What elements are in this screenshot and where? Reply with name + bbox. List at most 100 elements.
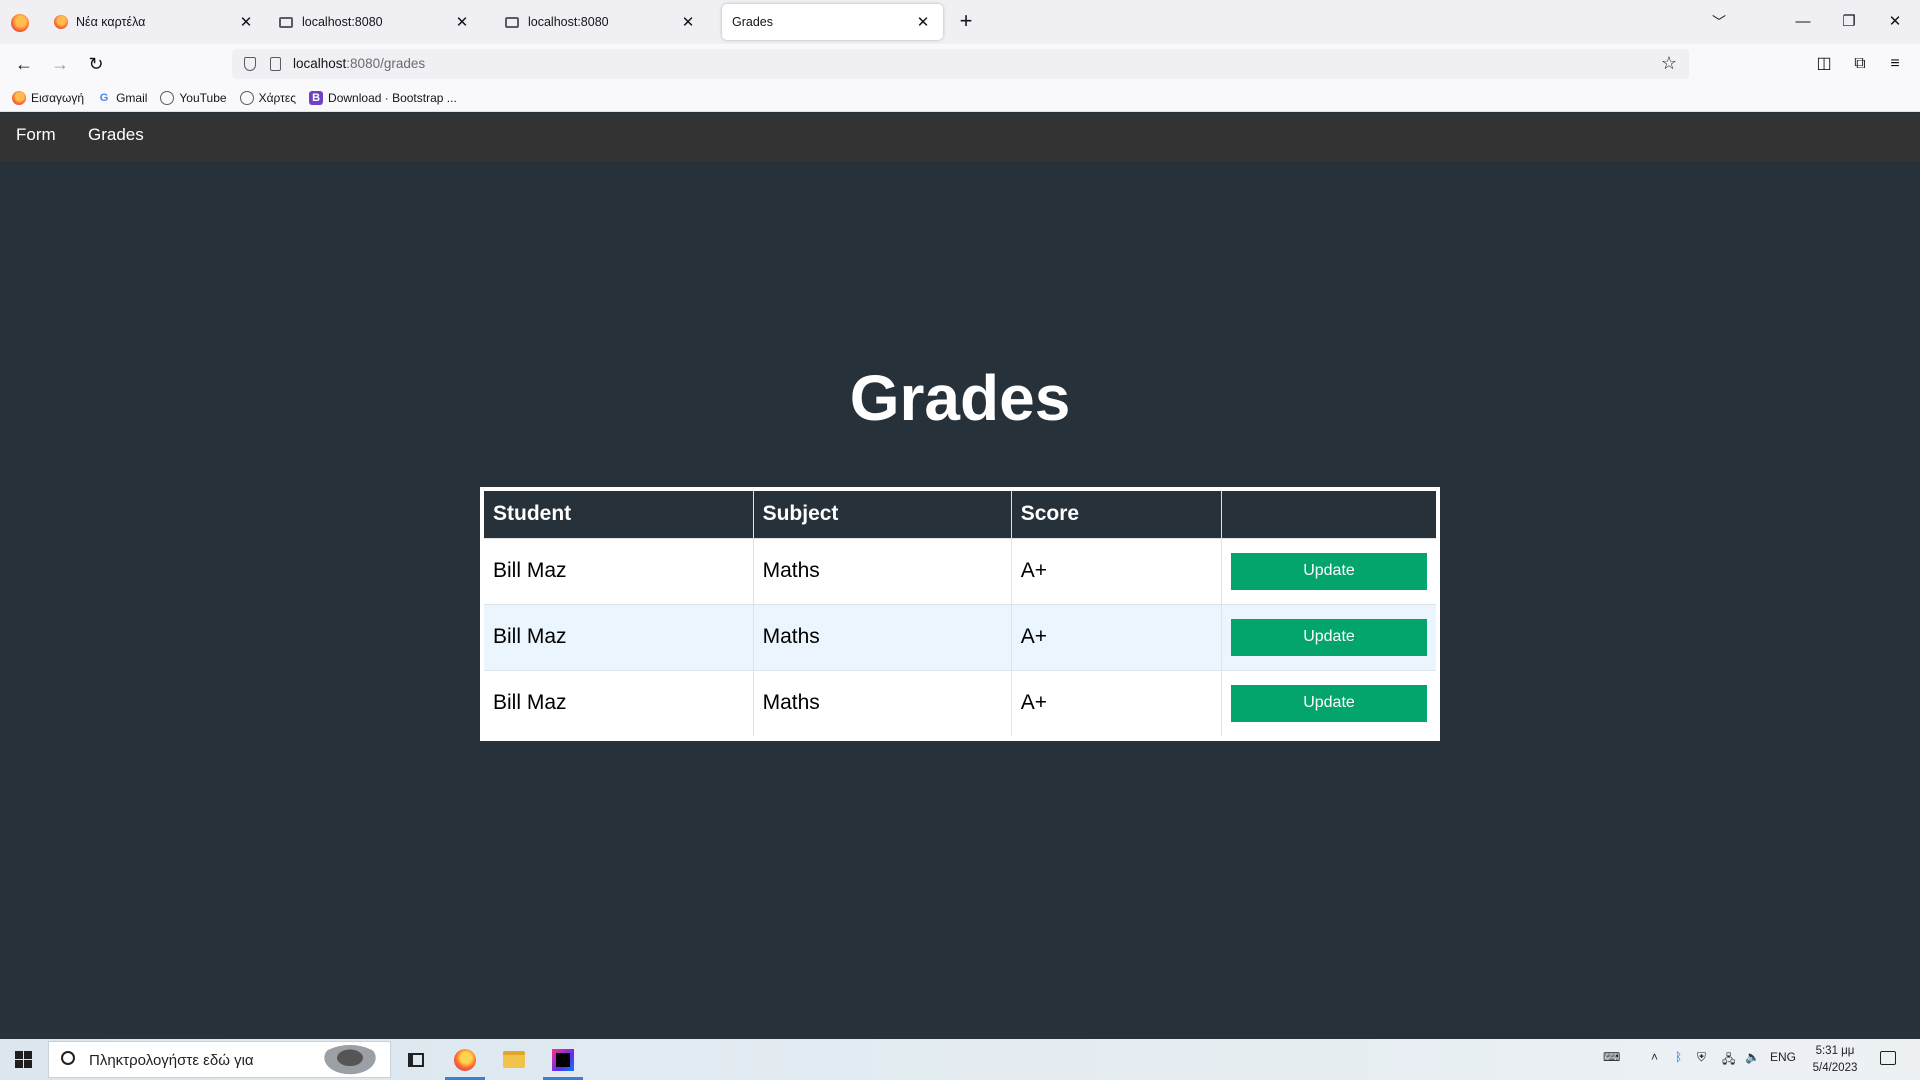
- nav-link-form[interactable]: Form: [16, 125, 56, 145]
- network-icon[interactable]: 🖧: [1722, 1050, 1735, 1071]
- bluetooth-icon[interactable]: ᛒ: [1675, 1050, 1682, 1064]
- grades-table: Student Subject Score Bill Maz Maths A+ …: [484, 491, 1436, 736]
- update-button[interactable]: Update: [1231, 684, 1427, 722]
- cell-subject: Maths: [752, 669, 1012, 736]
- intellij-icon: [552, 1048, 574, 1071]
- firefox-icon: [12, 90, 26, 105]
- bookmark-youtube[interactable]: YouTube: [160, 90, 227, 105]
- cell-student: Bill Maz: [484, 537, 754, 604]
- tab-localhost-2[interactable]: localhost:8080 ✕: [494, 4, 708, 40]
- update-button[interactable]: Update: [1231, 552, 1427, 590]
- restore-button[interactable]: ❐: [1826, 8, 1872, 36]
- bookmark-bootstrap[interactable]: B Download · Bootstrap ...: [309, 90, 457, 105]
- globe-icon: [239, 90, 254, 105]
- table-header-row: Student Subject Score: [484, 491, 1436, 538]
- browser-tab-bar: Νέα καρτέλα ✕ localhost:8080 ✕ localhost…: [0, 0, 1920, 44]
- taskbar-clock[interactable]: 5:31 μμ 5/4/2023: [1805, 1043, 1865, 1077]
- url-text[interactable]: localhost:8080/grades: [293, 56, 425, 71]
- forward-arrow-icon[interactable]: →: [48, 52, 72, 76]
- page-content: Grades Student Subject Score Bill Maz Ma…: [0, 161, 1920, 1039]
- table-row: Bill Maz Maths A+ Update: [484, 669, 1436, 736]
- list-all-tabs-icon[interactable]: ﹀: [1712, 12, 1726, 32]
- table-row: Bill Maz Maths A+ Update: [484, 537, 1436, 604]
- minimize-button[interactable]: —: [1780, 8, 1826, 36]
- update-button[interactable]: Update: [1231, 618, 1427, 656]
- new-tab-button[interactable]: +: [954, 10, 978, 34]
- cell-score: A+: [1010, 603, 1222, 670]
- back-arrow-icon[interactable]: ←: [12, 52, 36, 76]
- taskbar-firefox[interactable]: [441, 1039, 489, 1080]
- tab-label: localhost:8080: [302, 15, 383, 29]
- keyboard-icon[interactable]: ⌨: [1603, 1050, 1620, 1064]
- browser-nav-bar: ← → ↻ localhost:8080/grades ☆ ◫ ⧉ ≡: [0, 44, 1920, 84]
- bookmark-maps[interactable]: Χάρτες: [239, 90, 296, 105]
- search-icon: [61, 1051, 75, 1065]
- bookmark-import[interactable]: Εισαγωγή: [12, 90, 84, 105]
- show-hidden-icons-chevron-icon[interactable]: ˄: [1651, 1050, 1658, 1064]
- cell-action: Update: [1221, 669, 1436, 736]
- app-navbar: Form Grades: [0, 113, 1920, 161]
- page-icon: [505, 16, 519, 28]
- close-tab-icon[interactable]: ✕: [236, 13, 256, 31]
- close-tab-icon[interactable]: ✕: [452, 13, 472, 31]
- tracking-shield-icon[interactable]: [244, 57, 256, 71]
- column-header-action: [1221, 491, 1436, 538]
- pocket-icon[interactable]: ◫: [1814, 54, 1834, 74]
- cell-student: Bill Maz: [484, 669, 754, 736]
- page-icon: [279, 16, 293, 28]
- language-indicator[interactable]: ENG: [1770, 1050, 1796, 1064]
- extensions-icon[interactable]: ⧉: [1850, 54, 1870, 74]
- bookmarks-bar: Εισαγωγή G Gmail YouTube Χάρτες B Downlo…: [0, 84, 1920, 112]
- tab-label: Grades: [732, 15, 773, 29]
- clock-time: 5:31 μμ: [1815, 1045, 1855, 1057]
- cell-score: A+: [1010, 669, 1222, 736]
- cell-subject: Maths: [752, 603, 1012, 670]
- page-info-icon[interactable]: [270, 57, 281, 71]
- search-highlight-image: [320, 1045, 380, 1077]
- hamburger-menu-icon[interactable]: ≡: [1885, 54, 1905, 74]
- tab-label: localhost:8080: [528, 15, 609, 29]
- notifications-icon[interactable]: [1880, 1051, 1896, 1065]
- search-placeholder: Πληκτρολογήστε εδώ για: [89, 1052, 254, 1069]
- table-row: Bill Maz Maths A+ Update: [484, 603, 1436, 670]
- task-view-icon: [408, 1052, 424, 1067]
- windows-taskbar: Πληκτρολογήστε εδώ για ⌨ ˄ ᛒ ⛨ 🖧 🔈 ENG 5…: [0, 1039, 1920, 1080]
- clock-date: 5/4/2023: [1812, 1062, 1858, 1074]
- column-header-score: Score: [1010, 491, 1222, 538]
- globe-icon: [160, 90, 175, 105]
- cell-score: A+: [1010, 537, 1222, 604]
- taskbar-file-explorer[interactable]: [490, 1039, 538, 1080]
- cell-action: Update: [1221, 603, 1436, 670]
- windows-start-icon[interactable]: [15, 1051, 32, 1068]
- column-header-subject: Subject: [752, 491, 1012, 538]
- nav-link-grades[interactable]: Grades: [88, 125, 144, 145]
- bootstrap-icon: B: [309, 90, 324, 105]
- security-shield-icon[interactable]: ⛨: [1697, 1050, 1706, 1065]
- page-title: Grades: [849, 362, 1071, 434]
- firefox-icon: [54, 15, 68, 29]
- taskbar-search-box[interactable]: Πληκτρολογήστε εδώ για: [48, 1041, 391, 1078]
- taskbar-intellij[interactable]: [539, 1039, 587, 1080]
- reload-icon[interactable]: ↻: [84, 52, 108, 76]
- column-header-student: Student: [484, 491, 754, 538]
- cell-student: Bill Maz: [484, 603, 754, 670]
- tab-grades[interactable]: Grades ✕: [722, 4, 943, 40]
- bookmark-gmail[interactable]: G Gmail: [97, 91, 148, 105]
- google-icon: G: [99, 91, 109, 104]
- tab-label: Νέα καρτέλα: [76, 15, 146, 29]
- tab-new-tab[interactable]: Νέα καρτέλα ✕: [44, 4, 266, 40]
- close-tab-icon[interactable]: ✕: [678, 13, 698, 31]
- firefox-icon: [454, 1048, 476, 1071]
- bookmark-star-icon[interactable]: ☆: [1661, 53, 1677, 74]
- task-view-button[interactable]: [392, 1039, 440, 1080]
- cell-action: Update: [1221, 537, 1436, 604]
- grades-table-container: Student Subject Score Bill Maz Maths A+ …: [480, 487, 1440, 741]
- firefox-menu-icon[interactable]: [11, 14, 29, 32]
- folder-icon: [503, 1051, 525, 1068]
- close-window-button[interactable]: ✕: [1872, 8, 1918, 36]
- address-bar[interactable]: localhost:8080/grades ☆: [232, 49, 1689, 79]
- cell-subject: Maths: [752, 537, 1012, 604]
- close-tab-icon[interactable]: ✕: [913, 13, 933, 31]
- tab-localhost-1[interactable]: localhost:8080 ✕: [268, 4, 482, 40]
- volume-icon[interactable]: 🔈: [1745, 1050, 1760, 1064]
